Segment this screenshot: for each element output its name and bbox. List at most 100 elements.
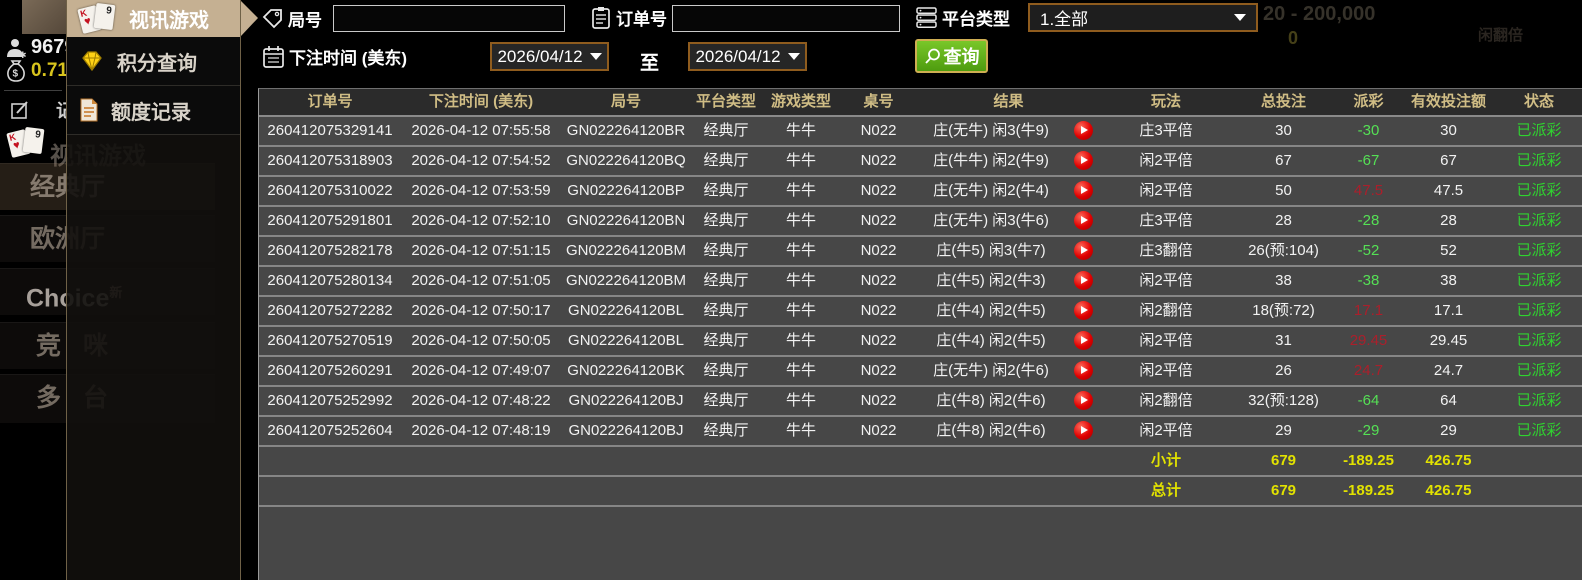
table-row: 2604120752526042026-04-12 07:48:19GN0222… (259, 417, 1582, 447)
cell-game-type: 牛牛 (761, 117, 841, 145)
platform-type-select[interactable]: 1.全部 (1028, 3, 1258, 32)
header-bet-time: 下注时间 (美东) (401, 89, 561, 115)
cell-replay (1066, 327, 1101, 355)
cell-play-method: 闲2平倍 (1101, 177, 1231, 205)
cell-status: 已派彩 (1496, 147, 1582, 175)
table-body: 2604120753291412026-04-12 07:55:58GN0222… (259, 117, 1582, 447)
table-row: 2604120753291412026-04-12 07:55:58GN0222… (259, 117, 1582, 147)
search-button-label: 查询 (944, 43, 980, 69)
cell-platform: 经典厅 (691, 357, 761, 385)
date-to-picker[interactable]: 2026/04/12 (688, 42, 807, 71)
table-row: 2604120752529922026-04-12 07:48:22GN0222… (259, 387, 1582, 417)
cell-payout: 29.45 (1336, 327, 1401, 355)
menu-item-video-games[interactable]: K♥ 9 视讯游戏 (67, 0, 240, 37)
cell-bet-time: 2026-04-12 07:53:59 (401, 177, 561, 205)
menu-item-points-query[interactable]: 积分查询 (67, 37, 240, 86)
header-total-bet: 总投注 (1231, 89, 1336, 115)
cell-valid-bet: 64 (1401, 387, 1496, 415)
play-replay-button[interactable] (1074, 181, 1093, 200)
user-icon: ✱ (5, 37, 27, 59)
play-replay-button[interactable] (1074, 211, 1093, 230)
cell-replay (1066, 297, 1101, 325)
cell-replay (1066, 117, 1101, 145)
cell-game-type: 牛牛 (761, 357, 841, 385)
round-number-label: 局号 (288, 6, 322, 31)
cell-round-id: GN022264120BQ (561, 147, 691, 175)
cell-replay (1066, 207, 1101, 235)
svg-text:$: $ (13, 69, 19, 80)
cell-round-id: GN022264120BJ (561, 387, 691, 415)
table-row: 2604120752722822026-04-12 07:50:17GN0222… (259, 297, 1582, 327)
cell-valid-bet: 38 (1401, 267, 1496, 295)
cell-total-bet: 38 (1231, 267, 1336, 295)
play-replay-button[interactable] (1074, 151, 1093, 170)
cell-valid-bet: 17.1 (1401, 297, 1496, 325)
cell-order-id: 260412075252992 (259, 387, 401, 415)
grand-total-payout: -189.25 (1336, 477, 1401, 505)
round-number-input[interactable] (333, 5, 565, 32)
cell-replay (1066, 267, 1101, 295)
play-replay-button[interactable] (1074, 271, 1093, 290)
bet-records-table: 订单号 下注时间 (美东) 局号 平台类型 游戏类型 桌号 结果 玩法 总投注 … (258, 88, 1582, 580)
cell-payout: 17.1 (1336, 297, 1401, 325)
play-replay-button[interactable] (1074, 421, 1093, 440)
cell-valid-bet: 52 (1401, 237, 1496, 265)
header-round-id: 局号 (561, 89, 691, 115)
cell-platform: 经典厅 (691, 237, 761, 265)
play-replay-button[interactable] (1074, 361, 1093, 380)
cell-game-type: 牛牛 (761, 327, 841, 355)
order-number-input[interactable] (672, 5, 900, 32)
chevron-down-icon (788, 53, 800, 60)
cell-status: 已派彩 (1496, 177, 1582, 205)
cell-platform: 经典厅 (691, 207, 761, 235)
cell-total-bet: 26 (1231, 357, 1336, 385)
cell-payout: 24.7 (1336, 357, 1401, 385)
menu-item-credit-records[interactable]: 额度记录 (67, 86, 240, 135)
cell-result: 庄(无牛) 闲3(牛6) (916, 207, 1066, 235)
cell-payout: -64 (1336, 387, 1401, 415)
search-icon (924, 48, 941, 65)
play-replay-button[interactable] (1074, 391, 1093, 410)
cell-order-id: 260412075310022 (259, 177, 401, 205)
play-replay-button[interactable] (1074, 331, 1093, 350)
cell-platform: 经典厅 (691, 327, 761, 355)
cell-bet-time: 2026-04-12 07:50:17 (401, 297, 561, 325)
cell-round-id: GN022264120BN (561, 207, 691, 235)
play-replay-button[interactable] (1074, 121, 1093, 140)
search-button[interactable]: 查询 (915, 39, 988, 73)
cell-bet-time: 2026-04-12 07:51:15 (401, 237, 561, 265)
cell-order-id: 260412075252604 (259, 417, 401, 445)
date-to-value: 2026/04/12 (695, 47, 780, 67)
cell-result: 庄(牛牛) 闲2(牛9) (916, 147, 1066, 175)
play-replay-button[interactable] (1074, 301, 1093, 320)
cell-valid-bet: 29.45 (1401, 327, 1496, 355)
header-payout: 派彩 (1336, 89, 1401, 115)
table-row: 2604120752705192026-04-12 07:50:05GN0222… (259, 327, 1582, 357)
header-game-type: 游戏类型 (761, 89, 841, 115)
cell-round-id: GN022264120BM (561, 267, 691, 295)
cell-play-method: 闲2平倍 (1101, 147, 1231, 175)
cell-order-id: 260412075260291 (259, 357, 401, 385)
cell-total-bet: 32(预:128) (1231, 387, 1336, 415)
cell-result: 庄(牛8) 闲2(牛6) (916, 417, 1066, 445)
cell-order-id: 260412075291801 (259, 207, 401, 235)
platform-type-label: 平台类型 (942, 5, 1010, 30)
cell-bet-time: 2026-04-12 07:54:52 (401, 147, 561, 175)
play-replay-button[interactable] (1074, 241, 1093, 260)
header-valid-bet: 有效投注额 (1401, 89, 1496, 115)
cell-play-method: 闲2平倍 (1101, 357, 1231, 385)
cell-payout: -38 (1336, 267, 1401, 295)
cell-status: 已派彩 (1496, 207, 1582, 235)
edit-icon[interactable] (10, 100, 30, 120)
cell-payout: -67 (1336, 147, 1401, 175)
date-from-picker[interactable]: 2026/04/12 (490, 42, 609, 71)
cell-total-bet: 30 (1231, 117, 1336, 145)
cell-valid-bet: 28 (1401, 207, 1496, 235)
cell-play-method: 闲2平倍 (1101, 417, 1231, 445)
cell-status: 已派彩 (1496, 117, 1582, 145)
cell-game-type: 牛牛 (761, 207, 841, 235)
cell-result: 庄(牛4) 闲2(牛5) (916, 297, 1066, 325)
cell-result: 庄(无牛) 闲2(牛4) (916, 177, 1066, 205)
tag-icon (262, 8, 284, 30)
svg-text:✱: ✱ (19, 50, 27, 59)
